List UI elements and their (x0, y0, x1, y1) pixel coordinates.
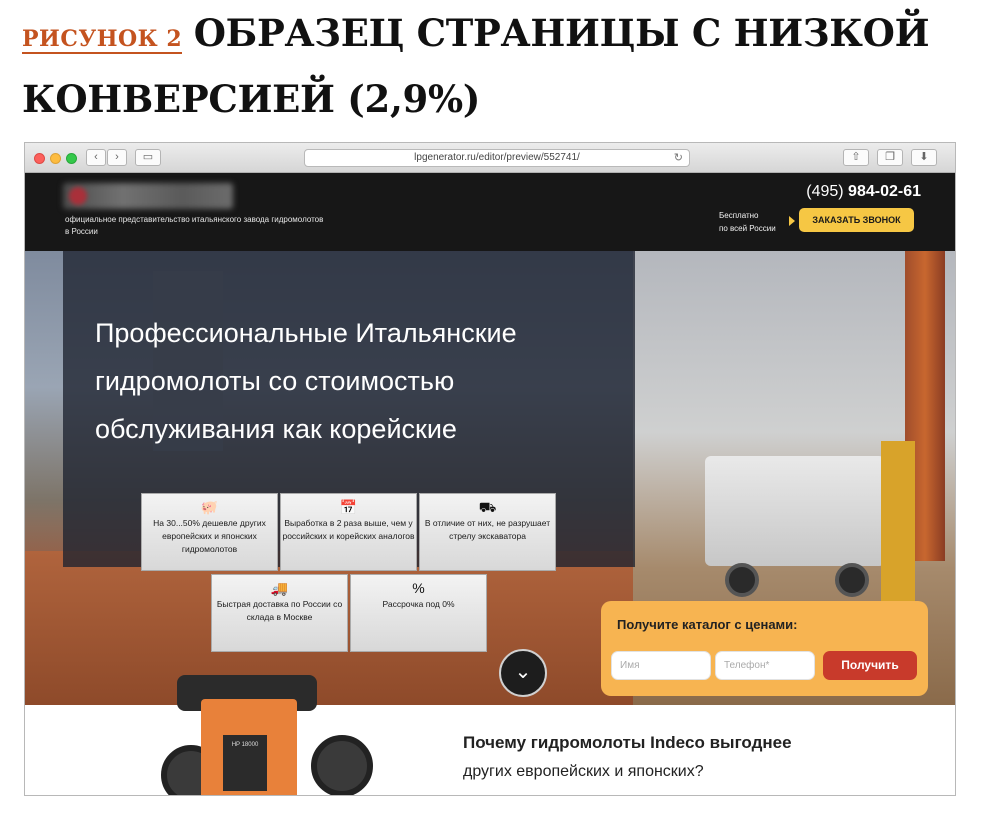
forward-button[interactable]: › (107, 149, 127, 166)
hero-section: Профессиональные Итальянские гидромолоты… (25, 251, 955, 705)
feature-card: 🚚 Быстрая доставка по России со склада в… (211, 574, 348, 652)
feature-text: Рассрочка под 0% (382, 599, 455, 609)
phone-digits: 984-02-61 (848, 183, 921, 200)
feature-card: 🐖 На 30...50% дешевле других европейских… (141, 493, 278, 571)
sidebar-toggle-icon[interactable]: ▭ (135, 149, 161, 166)
figure-caption: РИСУНОК 2 ОБРАЗЕЦ СТРАНИЦЫ С НИЗКОЙ КОНВ… (22, 4, 972, 136)
download-icon[interactable]: ⬇ (911, 149, 937, 166)
minimize-window-button[interactable] (50, 153, 61, 164)
reload-icon[interactable]: ↻ (674, 150, 683, 166)
feature-card: 📅 Выработка в 2 раза выше, чем у российс… (280, 493, 417, 571)
back-button[interactable]: ‹ (86, 149, 106, 166)
site-tagline: официальное представительство итальянско… (65, 215, 324, 236)
feature-text: В отличие от них, не разрушает стрелу эк… (424, 518, 551, 541)
feature-text: На 30...50% дешевле других европейских и… (153, 518, 266, 554)
share-icon[interactable]: ⇧ (843, 149, 869, 166)
calendar-clock-icon: 📅 (339, 499, 358, 515)
get-catalog-button[interactable]: Получить (823, 651, 917, 680)
section-subheading: других европейских и японских? (463, 763, 704, 780)
section-heading: Почему гидромолоты Indeco выгоднее (463, 733, 792, 752)
feature-text: Выработка в 2 раза выше, чем у российски… (282, 518, 415, 541)
excavator-tracks-icon: ⛟ (478, 499, 497, 515)
percent-icon: % (412, 580, 425, 596)
background-truck (705, 456, 885, 566)
zoom-window-button[interactable] (66, 153, 77, 164)
feature-card: ⛟ В отличие от них, не разрушает стрелу … (419, 493, 556, 571)
free-shipping-note: Бесплатно по всей России (719, 209, 789, 235)
request-call-button[interactable]: ЗАКАЗАТЬ ЗВОНОК (799, 208, 914, 232)
name-input[interactable]: Имя (611, 651, 711, 680)
hammer-pillar (881, 441, 915, 611)
site-header: официальное представительство итальянско… (25, 173, 955, 251)
tabs-icon[interactable]: ❐ (877, 149, 903, 166)
arrow-right-icon (789, 216, 795, 226)
chevron-down-icon[interactable]: ⌄ (499, 649, 547, 697)
catalog-form-title: Получите каталог с ценами: (617, 617, 798, 632)
page: РИСУНОК 2 ОБРАЗЕЦ СТРАНИЦЫ С НИЗКОЙ КОНВ… (0, 0, 981, 821)
hero-heading: Профессиональные Итальянские гидромолоты… (95, 318, 517, 444)
truck-wheel (725, 563, 759, 597)
piggy-bank-icon: 🐖 (200, 499, 219, 515)
hammer-part (311, 735, 373, 795)
phone-code: (495) (806, 183, 844, 200)
browser-window: ‹ › ▭ lpgenerator.ru/editor/preview/5527… (24, 142, 956, 796)
browser-toolbar: ‹ › ▭ lpgenerator.ru/editor/preview/5527… (25, 143, 955, 173)
blurred-logo (63, 183, 233, 209)
address-bar[interactable]: lpgenerator.ru/editor/preview/552741/ ↻ (304, 149, 690, 167)
delivery-truck-icon: 🚚 (270, 580, 289, 596)
logo-mark-icon (69, 187, 87, 205)
close-window-button[interactable] (34, 153, 45, 164)
figure-label: РИСУНОК 2 (22, 26, 183, 54)
address-bar-url: lpgenerator.ru/editor/preview/552741/ (414, 152, 580, 163)
free-line-1: Бесплатно (719, 211, 759, 220)
phone-number[interactable]: (495) 984-02-61 (806, 183, 921, 201)
hydraulic-hammer-image: HP 18000 (161, 675, 373, 795)
feature-text: Быстрая доставка по России со склада в М… (216, 599, 343, 622)
free-line-2: по всей России (719, 224, 776, 233)
hammer-model-plate: HP 18000 (223, 735, 267, 791)
catalog-form: Получите каталог с ценами: Имя Телефон* … (601, 601, 928, 696)
phone-input[interactable]: Телефон* (715, 651, 815, 680)
feature-card: % Рассрочка под 0% (350, 574, 487, 652)
truck-wheel (835, 563, 869, 597)
